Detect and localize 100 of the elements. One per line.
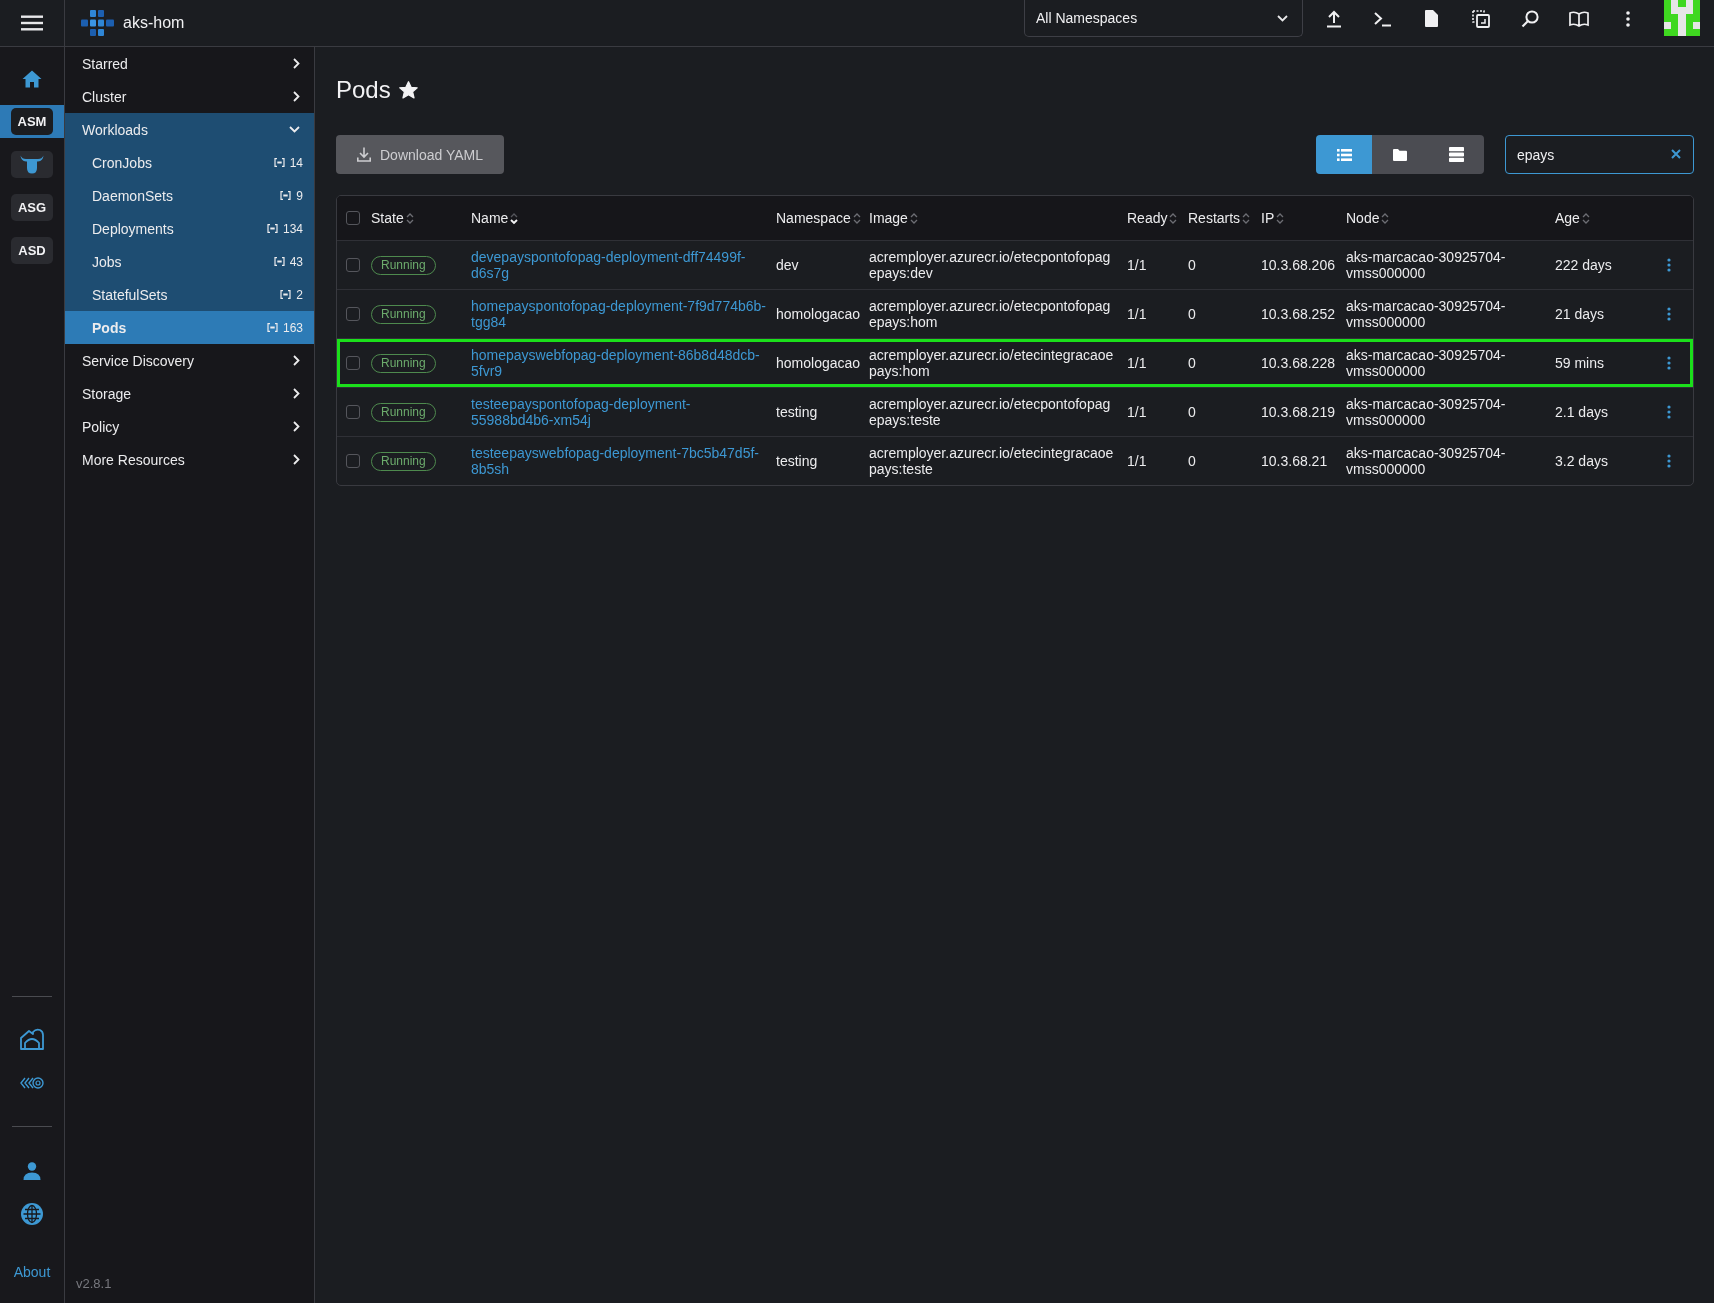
chevron-right-icon — [293, 388, 300, 399]
brackets-icon — [273, 158, 285, 167]
ip-address: 10.3.68.219 — [1261, 404, 1336, 420]
ready-count: 1/1 — [1127, 453, 1148, 469]
restarts-count: 0 — [1188, 404, 1197, 420]
search-icon[interactable] — [1520, 9, 1539, 28]
nav-group[interactable]: Policy — [65, 410, 314, 443]
resource-count: 2 — [296, 287, 303, 302]
more-icon[interactable] — [1625, 10, 1630, 27]
image-text: acremployer.azurecr.io/etecpontofopagepays:dev — [869, 249, 1112, 281]
blocks-logo-icon — [81, 10, 114, 36]
namespace-text: testing — [776, 404, 819, 420]
row-checkbox[interactable] — [346, 454, 360, 468]
node-name: aks-marcacao-30925704-vmss000000 — [1346, 298, 1507, 330]
ip-address: 10.3.68.252 — [1261, 306, 1336, 322]
column-header[interactable]: IP — [1261, 210, 1285, 226]
nav-group[interactable]: Cluster — [65, 80, 314, 113]
nav-item[interactable]: Pods 163 — [65, 311, 314, 344]
book-icon[interactable] — [1568, 10, 1589, 27]
globe-icon[interactable] — [21, 1203, 43, 1225]
nav-group[interactable]: More Resources — [65, 443, 314, 476]
nav-item[interactable]: Deployments 134 — [65, 212, 314, 245]
view-mode-button[interactable] — [1428, 135, 1484, 174]
age-text: 3.2 days — [1555, 453, 1609, 469]
view-mode-button[interactable] — [1372, 135, 1428, 174]
chevrons-icon[interactable] — [20, 1077, 44, 1089]
namespace-text: homologacao — [776, 306, 862, 322]
age-text: 222 days — [1555, 257, 1613, 273]
row-checkbox[interactable] — [346, 405, 360, 419]
ready-count: 1/1 — [1127, 306, 1148, 322]
column-header[interactable]: Namespace — [776, 210, 861, 226]
column-header[interactable]: Restarts — [1188, 210, 1251, 226]
image-text: acremployer.azurecr.io/etecintegracaoepays:teste — [869, 445, 1115, 477]
age-text: 2.1 days — [1555, 404, 1609, 420]
pod-name-link[interactable]: devepayspontofopag-deployment-dff74499f-d6s7g — [471, 249, 772, 281]
pod-name-link[interactable]: homepayspontofopag-deployment-7f9d774b6b-tgg84 — [471, 298, 772, 330]
home-icon[interactable] — [22, 69, 42, 88]
ip-address: 10.3.68.21 — [1261, 453, 1329, 469]
folder-icon — [1393, 148, 1407, 161]
column-header[interactable]: Node — [1346, 210, 1390, 226]
column-header[interactable]: Name — [471, 210, 519, 226]
nav-item[interactable]: DaemonSets 9 — [65, 179, 314, 212]
copy-icon[interactable] — [1471, 9, 1490, 28]
download-icon — [357, 147, 371, 162]
chevron-right-icon — [293, 58, 300, 69]
nav-group[interactable]: Service Discovery — [65, 344, 314, 377]
download-yaml-button[interactable]: Download YAML — [336, 135, 504, 174]
chevron-right-icon — [293, 355, 300, 366]
row-checkbox[interactable] — [346, 258, 360, 272]
star-icon[interactable] — [398, 81, 418, 99]
nav-group[interactable]: Workloads — [65, 113, 314, 146]
resource-count: 134 — [282, 221, 303, 236]
nav-group[interactable]: Storage — [65, 377, 314, 410]
resource-count: 43 — [289, 254, 303, 269]
namespace-dropdown[interactable]: All Namespaces — [1024, 0, 1303, 37]
chevron-down-icon — [1277, 14, 1288, 22]
namespace-text: homologacao — [776, 355, 862, 371]
menu-icon[interactable] — [21, 15, 43, 31]
nav-item[interactable]: Jobs 43 — [65, 245, 314, 278]
user-icon[interactable] — [23, 1162, 41, 1180]
age-text: 21 days — [1555, 306, 1606, 322]
image-text: acremployer.azurecr.io/etecpontofopagepays:hom — [869, 298, 1112, 330]
row-checkbox[interactable] — [346, 356, 360, 370]
resource-count: 163 — [282, 320, 303, 335]
select-all-checkbox[interactable] — [346, 211, 360, 225]
column-header[interactable]: Ready — [1127, 210, 1178, 226]
nav-item[interactable]: CronJobs 14 — [65, 146, 314, 179]
row-checkbox[interactable] — [346, 307, 360, 321]
brackets-icon — [266, 323, 278, 332]
terminal-icon[interactable] — [1374, 10, 1391, 27]
brackets-icon — [280, 290, 292, 299]
building-icon[interactable] — [20, 1028, 44, 1050]
pod-name-link[interactable]: testeepayswebfopag-deployment-7bc5b47d5f-8b5sh — [471, 445, 772, 477]
nav-group[interactable]: Starred — [65, 47, 314, 80]
clear-icon[interactable] — [1671, 149, 1681, 159]
column-header[interactable]: State — [371, 210, 414, 226]
resource-count: 14 — [289, 155, 303, 170]
ready-count: 1/1 — [1127, 355, 1148, 371]
brackets-icon — [266, 224, 278, 233]
about-link[interactable]: About — [13, 1264, 51, 1281]
restarts-count: 0 — [1188, 306, 1197, 322]
node-name: aks-marcacao-30925704-vmss000000 — [1346, 347, 1507, 379]
file-icon[interactable] — [1425, 10, 1438, 27]
ip-address: 10.3.68.228 — [1261, 355, 1336, 371]
pod-name-link[interactable]: homepayswebfopag-deployment-86b8d48dcb-5fvr9 — [471, 347, 772, 379]
rows-icon — [1448, 147, 1464, 162]
ready-count: 1/1 — [1127, 257, 1148, 273]
node-name: aks-marcacao-30925704-vmss000000 — [1346, 396, 1507, 428]
nav-item[interactable]: StatefulSets 2 — [65, 278, 314, 311]
cluster-item[interactable]: ASM — [0, 105, 64, 138]
image-text: acremployer.azurecr.io/etecintegracaoepays:hom — [869, 347, 1115, 379]
cluster-name: aks-hom — [123, 14, 185, 32]
column-header[interactable]: Age — [1555, 210, 1590, 226]
pod-name-link[interactable]: testeepayspontofopag-deployment-55988bd4b6-xm54j — [471, 396, 772, 428]
search-field[interactable]: epays — [1505, 135, 1694, 174]
column-header[interactable]: Image — [869, 210, 918, 226]
list-icon — [1336, 148, 1352, 161]
namespace-text: testing — [776, 453, 819, 469]
version-label: v2.8.1 — [75, 1276, 113, 1293]
upload-icon[interactable] — [1325, 9, 1342, 28]
